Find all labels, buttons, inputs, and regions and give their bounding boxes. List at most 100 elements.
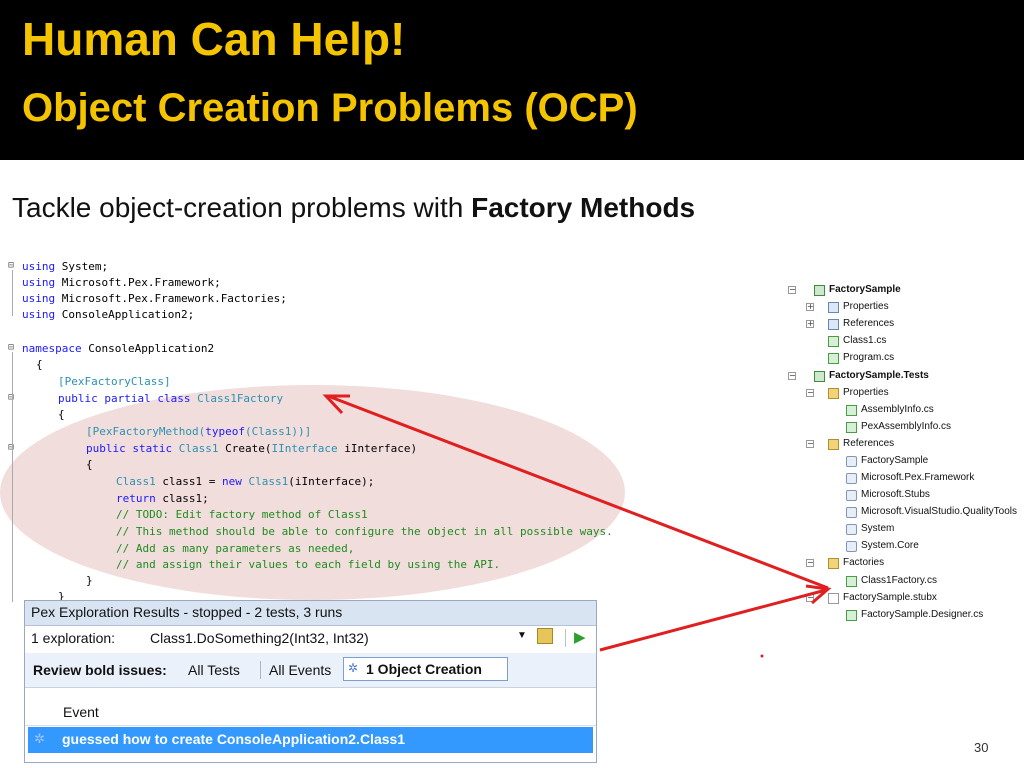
collapse-toggle-icon[interactable]: − bbox=[806, 389, 814, 397]
collapse-toggle-icon[interactable]: − bbox=[788, 286, 796, 294]
tree-item-label: Class1Factory.cs bbox=[861, 575, 937, 586]
tree-item-label: FactorySample.Tests bbox=[829, 370, 929, 381]
collapse-toggle-icon[interactable]: − bbox=[806, 559, 814, 567]
code-text: ConsoleApplication2 bbox=[81, 342, 215, 355]
collapse-toggle-icon[interactable]: − bbox=[806, 594, 814, 602]
tree-item-label: Program.cs bbox=[843, 352, 895, 363]
exploration-select[interactable]: Class1.DoSomething2(Int32, Int32) bbox=[150, 630, 369, 646]
tab-separator bbox=[260, 661, 261, 679]
tree-item-label: Properties bbox=[843, 387, 889, 398]
tree-item-label: System bbox=[861, 523, 895, 534]
code-text: Create( bbox=[218, 442, 272, 455]
tree-item-folder[interactable]: References bbox=[828, 436, 894, 452]
code-text: { bbox=[58, 408, 65, 421]
tab-object-creation[interactable]: ✲ 1 Object Creation bbox=[343, 657, 508, 681]
tree-item-label: FactorySample bbox=[829, 284, 901, 295]
tree-item-properties[interactable]: Properties bbox=[828, 299, 889, 315]
event-warning-icon: ✲ bbox=[34, 731, 45, 746]
tree-item-label: References bbox=[843, 318, 895, 329]
keyword: namespace bbox=[22, 342, 82, 355]
keyword: public static bbox=[86, 442, 173, 455]
code-text: { bbox=[36, 358, 43, 371]
tree-item-file[interactable]: PexAssemblyInfo.cs bbox=[846, 419, 951, 435]
tree-item-reference[interactable]: Microsoft.Pex.Framework bbox=[846, 470, 974, 486]
filter-icon[interactable] bbox=[537, 628, 553, 644]
code-line-using4: using ConsoleApplication2; bbox=[22, 308, 194, 322]
tree-item-file[interactable]: FactorySample.Designer.cs bbox=[846, 607, 983, 623]
tree-item-reference[interactable]: System.Core bbox=[846, 538, 919, 554]
code-line-using1: using System; bbox=[22, 260, 108, 274]
pex-panel-title: Pex Exploration Results - stopped - 2 te… bbox=[31, 604, 343, 620]
code-comment: // Add as many parameters as needed, bbox=[116, 542, 355, 555]
reference-icon bbox=[846, 523, 857, 535]
slide-title-line2: Object Creation Problems (OCP) bbox=[22, 86, 638, 130]
solution-explorer[interactable]: − FactorySample + Properties + Reference… bbox=[780, 282, 1024, 632]
code-line-brace-close3: } bbox=[86, 574, 93, 588]
tree-item-reference[interactable]: FactorySample bbox=[846, 453, 928, 469]
code-editor[interactable]: ⊟ using System; using Microsoft.Pex.Fram… bbox=[0, 256, 700, 606]
references-folder-icon bbox=[828, 318, 839, 330]
type-name: Class1 bbox=[116, 475, 156, 488]
reference-icon bbox=[846, 540, 857, 552]
code-line-brace: { bbox=[36, 358, 43, 372]
subtitle-text: Tackle object-creation problems with bbox=[12, 192, 472, 223]
tab-all-events[interactable]: All Events bbox=[269, 662, 331, 678]
object-creation-icon: ✲ bbox=[348, 661, 359, 675]
tree-item-folder[interactable]: Properties bbox=[828, 385, 889, 401]
pex-results-panel: Pex Exploration Results - stopped - 2 te… bbox=[24, 600, 597, 763]
tree-item-folder[interactable]: Factories bbox=[828, 555, 884, 571]
tab-all-tests[interactable]: All Tests bbox=[188, 662, 240, 678]
tree-item-label: FactorySample.Designer.cs bbox=[861, 609, 984, 620]
collapse-toggle-icon[interactable]: − bbox=[788, 372, 796, 380]
keyword: using bbox=[22, 276, 56, 289]
csharp-file-icon bbox=[846, 575, 857, 587]
csharp-file-icon bbox=[846, 404, 857, 416]
collapse-toggle-icon[interactable]: − bbox=[806, 440, 814, 448]
tree-item-project[interactable]: FactorySample bbox=[814, 282, 901, 298]
event-row[interactable]: ✲ guessed how to create ConsoleApplicati… bbox=[28, 727, 593, 753]
tree-item-file[interactable]: AssemblyInfo.cs bbox=[846, 402, 934, 418]
event-message: guessed how to create ConsoleApplication… bbox=[62, 731, 406, 747]
keyword: using bbox=[22, 308, 56, 321]
expand-toggle-icon[interactable]: + bbox=[806, 320, 814, 328]
code-line-class-decl: public partial class Class1Factory bbox=[58, 392, 283, 406]
type-name: IInterface bbox=[271, 442, 338, 455]
folder-icon bbox=[828, 557, 839, 569]
exploration-row: 1 exploration: Class1.DoSomething2(Int32… bbox=[25, 625, 596, 654]
tree-item-references[interactable]: References bbox=[828, 316, 894, 332]
tree-item-reference[interactable]: Microsoft.VisualStudio.QualityTools bbox=[846, 504, 1017, 520]
red-dot bbox=[760, 654, 764, 658]
run-icon[interactable]: ▶ bbox=[574, 628, 586, 646]
title-banner: Human Can Help! Object Creation Problems… bbox=[0, 0, 1024, 160]
tree-item-file[interactable]: Class1.cs bbox=[828, 333, 886, 349]
code-text: { bbox=[86, 458, 93, 471]
csharp-file-icon bbox=[828, 352, 839, 364]
code-text: Microsoft.Pex.Framework.Factories; bbox=[55, 292, 287, 305]
code-line-method-decl: public static Class1 Create(IInterface i… bbox=[86, 442, 417, 456]
code-line-attr-class: [PexFactoryClass] bbox=[58, 375, 171, 389]
attribute: [PexFactoryMethod( bbox=[86, 425, 206, 438]
tree-item-label: Microsoft.VisualStudio.QualityTools bbox=[861, 506, 1017, 517]
tree-item-label: References bbox=[843, 438, 895, 449]
tree-item-reference[interactable]: System bbox=[846, 521, 894, 537]
properties-folder-icon bbox=[828, 301, 839, 313]
tree-item-label: AssemblyInfo.cs bbox=[861, 404, 934, 415]
csharp-file-icon bbox=[828, 335, 839, 347]
tree-item-label: System.Core bbox=[861, 540, 919, 551]
expand-toggle-icon[interactable]: + bbox=[806, 303, 814, 311]
tree-item-file[interactable]: Program.cs bbox=[828, 350, 894, 366]
event-column-header[interactable]: Event bbox=[25, 701, 596, 726]
tree-item-reference[interactable]: Microsoft.Stubs bbox=[846, 487, 930, 503]
code-text: System; bbox=[55, 260, 109, 273]
folder-icon bbox=[828, 387, 839, 399]
tree-item-file[interactable]: Class1Factory.cs bbox=[846, 573, 937, 589]
tree-item-label: Factories bbox=[843, 557, 885, 568]
tree-item-project[interactable]: FactorySample.Tests bbox=[814, 368, 929, 384]
code-text: Microsoft.Pex.Framework; bbox=[55, 276, 221, 289]
pex-panel-header: Pex Exploration Results - stopped - 2 te… bbox=[25, 601, 596, 626]
tree-item-file[interactable]: FactorySample.stubx bbox=[828, 590, 937, 606]
tree-item-label: FactorySample bbox=[861, 455, 929, 466]
chevron-down-icon[interactable]: ▼ bbox=[517, 630, 527, 641]
tree-item-label: FactorySample.stubx bbox=[843, 592, 937, 603]
keyword: return bbox=[116, 492, 156, 505]
